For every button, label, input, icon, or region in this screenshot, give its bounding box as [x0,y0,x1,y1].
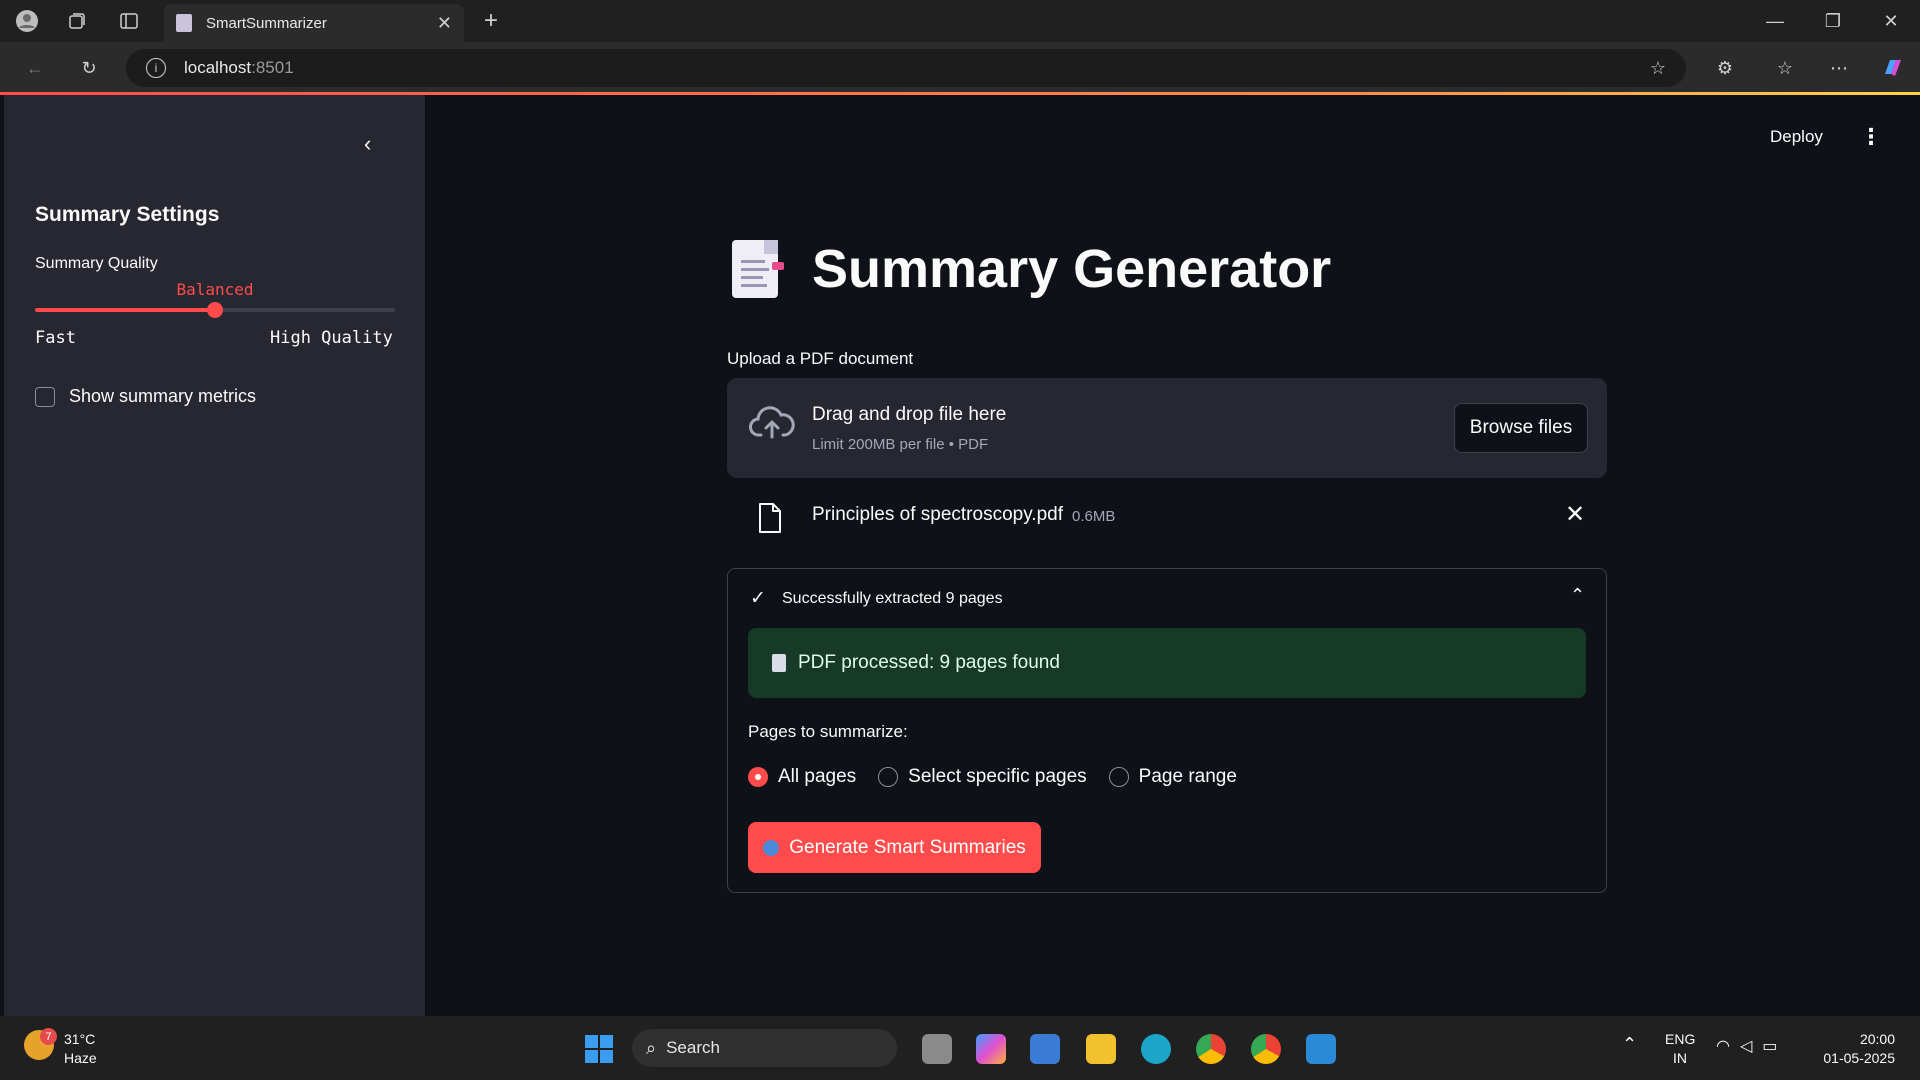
volume-icon[interactable]: ◁ [1740,1038,1762,1055]
tab-actions-icon[interactable] [116,8,142,34]
extraction-expander: ✓ Successfully extracted 9 pages ⌃ PDF p… [727,568,1607,893]
radio-all-pages[interactable]: All pages [748,766,856,788]
taskbar-search-label: Search [666,1038,720,1057]
document-icon [732,240,784,298]
restore-icon[interactable]: ❐ [1820,8,1846,34]
wifi-icon[interactable]: ◠ [1716,1038,1740,1055]
radio-label: Select specific pages [908,766,1087,787]
url-field[interactable]: i localhost :8501 [126,49,1686,87]
summary-quality-label: Summary Quality [35,255,158,272]
site-info-icon[interactable]: i [146,58,166,78]
upload-label: Upload a PDF document [727,349,914,368]
radio-dot[interactable] [878,767,899,787]
refresh-icon[interactable]: ↻ [76,55,102,81]
url-port: :8501 [251,58,294,77]
taskbar-search[interactable]: ⌕ Search [632,1029,897,1067]
browse-files-button[interactable]: Browse files [1454,403,1588,453]
copilot-app-icon[interactable] [976,1034,1006,1064]
clock-date[interactable]: 01-05-2025 [1810,1050,1895,1066]
weather-description: Haze [64,1050,97,1066]
success-text: PDF processed: 9 pages found [798,652,1060,673]
file-size: 0.6MB [1072,508,1116,525]
tab-favicon-icon [176,14,192,32]
chevron-up-icon[interactable]: ⌃ [1570,585,1585,606]
pages-to-summarize-label: Pages to summarize: [748,722,908,741]
show-metrics-checkbox-row[interactable]: Show summary metrics [35,386,256,407]
slider-thumb[interactable] [207,302,223,318]
radio-label: Page range [1138,766,1237,787]
page-icon [772,654,786,672]
deploy-button[interactable]: Deploy [1770,127,1823,147]
cloud-upload-icon [749,405,795,446]
magnifier-icon [763,839,780,856]
more-vertical-icon[interactable]: ⋮ [1860,124,1882,150]
profile-icon[interactable] [14,8,40,34]
slider-max-label: High Quality [270,328,393,348]
tab-title: SmartSummarizer [206,14,327,32]
file-name: Principles of spectroscopy.pdf [812,504,1063,525]
extensions-icon[interactable]: ⚙ [1712,55,1738,81]
language-line1[interactable]: ENG [1665,1031,1695,1047]
drop-limit: Limit 200MB per file • PDF [812,436,989,453]
check-icon: ✓ [750,588,766,609]
sidebar-title: Summary Settings [35,203,220,226]
browser-titlebar: SmartSummarizer ✕ + — ❐ ✕ [0,0,1920,42]
radio-select-specific-pages[interactable]: Select specific pages [878,766,1087,788]
sidebar: ‹ Summary Settings Summary Quality Balan… [4,95,425,1016]
generate-summaries-button[interactable]: Generate Smart Summaries [748,822,1041,873]
show-metrics-label: Show summary metrics [69,386,257,406]
workspaces-icon[interactable] [64,8,90,34]
expander-title[interactable]: Successfully extracted 9 pages [782,590,1003,608]
drop-title: Drag and drop file here [812,404,1007,425]
slider-fill [35,308,215,312]
minimize-icon[interactable]: — [1762,8,1788,34]
radio-page-range[interactable]: Page range [1108,766,1237,788]
url-host: localhost [184,58,252,77]
file-icon [757,502,783,539]
summary-quality-slider[interactable] [35,302,395,318]
back-icon[interactable]: ← [22,55,48,81]
task-view-icon[interactable] [922,1034,952,1064]
weather-temperature: 31°C [64,1031,96,1047]
show-metrics-checkbox[interactable] [35,386,55,407]
summary-quality-value: Balanced [176,280,254,299]
store-icon[interactable] [1030,1034,1060,1064]
edge-icon[interactable] [1141,1034,1171,1064]
weather-badge: 7 [40,1028,57,1045]
favorites-icon[interactable]: ☆ [1772,55,1798,81]
chrome-icon[interactable] [1196,1034,1226,1064]
collapse-sidebar-icon[interactable]: ‹ [364,131,371,157]
file-dropzone[interactable]: Drag and drop file here Limit 200MB per … [727,378,1607,478]
address-bar: ← ↻ i localhost :8501 ☆ ⚙ ☆ ⋯ [0,42,1920,94]
favorite-star-icon[interactable]: ☆ [1645,55,1671,81]
slider-min-label: Fast [35,328,76,348]
battery-icon[interactable]: ▭ [1762,1038,1787,1055]
remove-file-icon[interactable]: ✕ [1565,500,1585,529]
generate-label: Generate Smart Summaries [789,836,1026,858]
uploaded-file-row: Principles of spectroscopy.pdf 0.6MB ✕ [727,492,1607,542]
page-title: Summary Generator [812,239,1332,299]
radio-dot[interactable] [748,767,768,787]
radio-dot[interactable] [1108,767,1129,787]
start-icon[interactable] [585,1035,613,1063]
close-window-icon[interactable]: ✕ [1878,8,1904,34]
vscode-icon[interactable] [1306,1034,1336,1064]
file-explorer-icon[interactable] [1086,1034,1116,1064]
chrome-profile-icon[interactable] [1251,1034,1281,1064]
pages-radio-group: All pages Select specific pages Page ran… [748,766,1259,788]
taskbar: 7 31°C Haze ⌕ Search ⌃ ENG IN ◠◁▭ 20:00 … [0,1016,1920,1080]
clock-time[interactable]: 20:00 [1823,1031,1895,1047]
new-tab-icon[interactable]: + [478,7,504,34]
search-icon: ⌕ [646,1037,657,1058]
browser-menu-icon[interactable]: ⋯ [1826,55,1852,81]
language-line2: IN [1673,1050,1687,1066]
tray-chevron-icon[interactable]: ⌃ [1622,1034,1637,1055]
close-tab-icon[interactable]: ✕ [437,13,452,34]
tray-icons[interactable]: ◠◁▭ [1716,1036,1787,1056]
copilot-icon[interactable] [1880,55,1906,81]
browser-tab[interactable]: SmartSummarizer ✕ [164,4,464,42]
radio-label: All pages [778,766,857,787]
success-alert: PDF processed: 9 pages found [748,628,1586,698]
